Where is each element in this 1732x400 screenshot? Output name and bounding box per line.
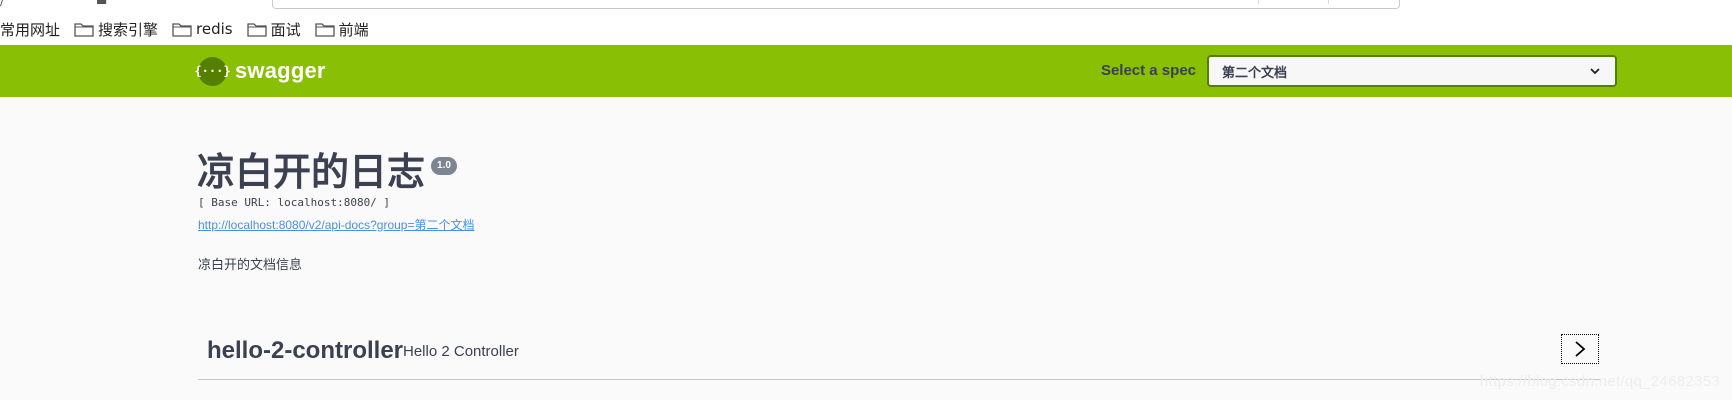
folder-icon: [74, 21, 94, 37]
swagger-topbar: {···} swagger Select a spec 第二个文档: [0, 45, 1732, 97]
bookmark-label: 面试: [270, 20, 301, 39]
tag-description: Hello 2 Controller: [403, 343, 519, 360]
tag-section-hello-2-controller[interactable]: hello-2-controller Hello 2 Controller: [198, 331, 1600, 380]
brand-name: swagger: [235, 58, 326, 83]
back-button-fragment[interactable]: ∕: [0, 0, 4, 8]
api-description: 凉白开的文档信息: [198, 258, 303, 273]
bookmark-label: redis: [196, 20, 233, 38]
spec-select-dropdown[interactable]: 第二个文档: [1207, 55, 1617, 87]
select-spec-label: Select a spec: [1100, 62, 1196, 79]
chevron-right-icon: [1575, 341, 1586, 357]
version-badge: 1.0: [431, 157, 457, 175]
bookmark-folder-redis[interactable]: redis: [172, 20, 233, 38]
bookmark-label: 前端: [338, 20, 369, 39]
swagger-logo-icon: {···}: [194, 56, 231, 86]
bookmark-folder-frontend[interactable]: 前端: [314, 19, 369, 40]
bookmark-label: 搜索引擎: [98, 20, 159, 39]
api-title: 凉白开的日志 1.0: [197, 148, 457, 196]
base-url: [ Base URL: localhost:8080/ ]: [198, 196, 391, 209]
address-bar[interactable]: [272, 0, 1400, 9]
bookmark-folder-search-engines[interactable]: 搜索引擎: [74, 19, 158, 40]
watermark: https://blog.csdn.net/qq_24682353: [1479, 373, 1720, 390]
bookmark-label: 常用网址: [0, 20, 61, 39]
chevron-down-icon: [1590, 68, 1600, 75]
folder-icon: [172, 21, 192, 37]
bookmark-folder-interview[interactable]: 面试: [246, 19, 301, 40]
folder-icon: [314, 21, 335, 37]
api-docs-link[interactable]: http://localhost:8080/v2/api-docs?group=…: [198, 216, 474, 233]
api-title-text: 凉白开的日志: [197, 150, 426, 194]
bookmark-common-sites[interactable]: 常用网址: [0, 19, 60, 40]
expand-operations-button[interactable]: [1561, 334, 1599, 364]
toolbar-icon-fragment[interactable]: ▬: [96, 0, 107, 8]
bookmarks-bar: 常用网址 搜索引擎 redis 面试 前端: [0, 17, 383, 41]
tag-name[interactable]: hello-2-controller: [207, 337, 403, 365]
browser-chrome: ∕ ▬ 常用网址 搜索引擎 redis 面试 前端: [0, 0, 1732, 45]
spec-selected-value: 第二个文档: [1222, 64, 1288, 80]
folder-icon: [246, 21, 267, 37]
swagger-brand-link[interactable]: {···} swagger: [194, 56, 326, 86]
